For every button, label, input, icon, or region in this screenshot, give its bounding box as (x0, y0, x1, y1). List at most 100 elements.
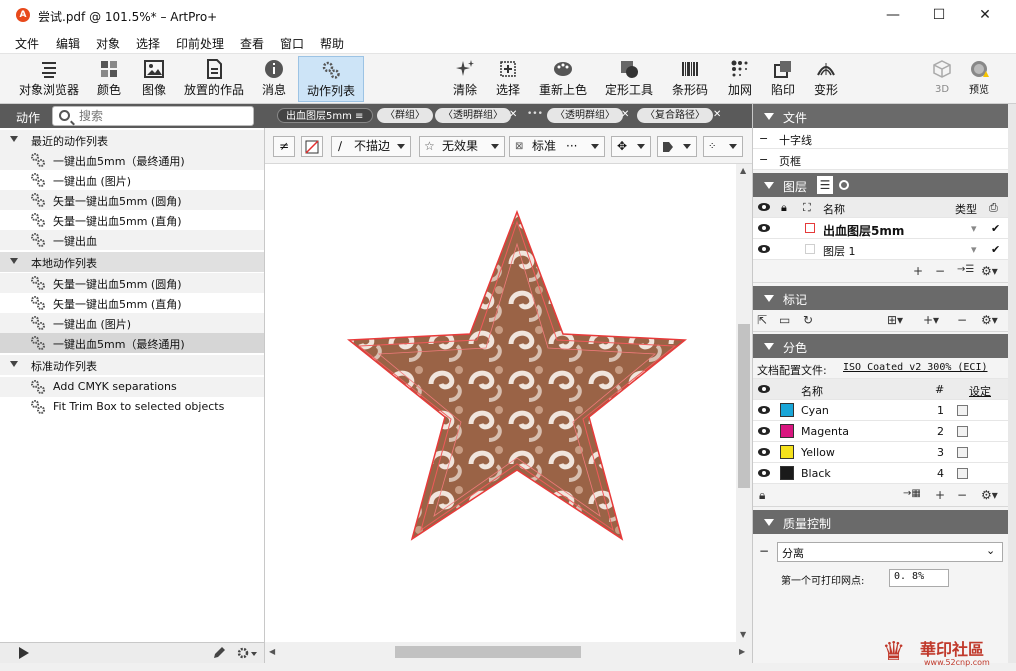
pencil-icon[interactable] (212, 646, 226, 660)
menu-file[interactable]: 文件 (15, 35, 39, 52)
color-button[interactable]: 颜色 (88, 56, 130, 102)
search-input[interactable] (79, 109, 249, 123)
check-icon[interactable]: ✔ (991, 222, 1000, 235)
tag-close-icon[interactable]: ✕ (509, 109, 517, 120)
3d-button[interactable]: 3D (928, 56, 956, 102)
scroll-right-icon[interactable]: ▶ (739, 647, 745, 656)
ink-checkbox[interactable] (957, 405, 968, 416)
remove-layer-icon[interactable]: − (935, 264, 945, 278)
menu-prepress[interactable]: 印前处理 (176, 35, 224, 52)
canvas-horizontal-scrollbar[interactable]: ◀ ▶ (265, 642, 752, 663)
add-icon[interactable]: +▾ (923, 313, 939, 327)
import-icon[interactable]: ⇱ (757, 313, 767, 327)
separations-section-header[interactable]: 分色 (753, 334, 1009, 358)
image-button[interactable]: 图像 (134, 56, 174, 102)
transparent-group-tag[interactable]: 〈透明群组〉 (547, 108, 623, 123)
collapse-triangle-icon[interactable] (10, 361, 18, 367)
collapse-triangle-icon[interactable] (764, 295, 774, 302)
collapse-triangle-icon[interactable] (764, 519, 774, 526)
compound-path-tag[interactable]: 〈复合路径〉 (637, 108, 713, 123)
canvas-vertical-scrollbar[interactable]: ▲ ▼ (736, 164, 752, 642)
preview-button[interactable]: 预览 (962, 56, 996, 102)
settings-gear-icon[interactable]: ⚙▾ (981, 488, 998, 502)
tag-close-icon[interactable]: ✕ (713, 109, 721, 120)
barcode-button[interactable]: 条形码 (668, 56, 712, 102)
action-item[interactable]: 矢量一键出血5mm (直角) (0, 293, 264, 313)
layer-tag[interactable]: 出血图层5mm ≡ (277, 108, 373, 123)
qc-mode-select[interactable]: 分离 ⌄ (777, 542, 1003, 562)
circle-view-icon[interactable] (839, 180, 849, 190)
collapse-triangle-icon[interactable] (10, 258, 18, 264)
eye-icon[interactable] (758, 427, 770, 435)
quality-control-section-header[interactable]: 质量控制 (753, 510, 1009, 534)
chevron-down-icon[interactable]: ▾ (971, 222, 977, 235)
layer-row[interactable]: 图层 1 ▾ ✔ (753, 239, 1009, 260)
ink-checkbox[interactable] (957, 447, 968, 458)
action-list-button[interactable]: 动作列表 (298, 56, 364, 102)
shape-tool-button[interactable]: 定形工具 (602, 56, 656, 102)
check-icon[interactable]: ✔ (991, 243, 1000, 256)
minus-icon[interactable]: − (759, 544, 769, 558)
remove-icon[interactable]: − (957, 313, 967, 327)
tag-close-icon[interactable]: ✕ (621, 109, 629, 120)
group-local[interactable]: 本地动作列表 (0, 252, 264, 272)
action-item[interactable]: 一键出血 (0, 230, 264, 250)
layers-section-header[interactable]: 图层 ☰ (753, 173, 1009, 197)
group-recent[interactable]: 最近的动作列表 (0, 130, 264, 150)
vertical-scroll-thumb[interactable] (738, 324, 750, 488)
eye-icon[interactable] (758, 448, 770, 456)
minimize-button[interactable]: — (870, 0, 916, 31)
menu-edit[interactable]: 编辑 (56, 35, 80, 52)
lock-icon[interactable]: 🔒︎ (759, 488, 765, 503)
menu-window[interactable]: 窗口 (280, 35, 304, 52)
eye-icon[interactable] (758, 224, 770, 232)
menu-view[interactable]: 查看 (240, 35, 264, 52)
action-item[interactable]: 一键出血 (图片) (0, 170, 264, 190)
group-tag[interactable]: 〈群组〉 (377, 108, 433, 123)
add-mark-icon[interactable]: ⊞▾ (887, 313, 903, 327)
scroll-left-icon[interactable]: ◀ (269, 647, 275, 656)
action-item[interactable]: 矢量一键出血5mm (圆角) (0, 273, 264, 293)
effect-dropdown[interactable]: ☆ 无效果 (419, 136, 505, 157)
menu-select[interactable]: 选择 (136, 35, 160, 52)
stroke-dropdown[interactable]: ∕ 不描边 (331, 136, 411, 157)
search-box[interactable] (52, 106, 254, 126)
horizontal-scroll-thumb[interactable] (395, 646, 581, 658)
chevron-down-icon[interactable]: ▾ (971, 243, 977, 256)
file-item[interactable]: − 页框 (753, 149, 1009, 170)
first-dot-input[interactable]: 0. 8% (889, 569, 949, 587)
action-item[interactable]: 矢量一键出血5mm (直角) (0, 210, 264, 230)
folder-icon[interactable]: ▭ (779, 313, 790, 327)
object-browser-button[interactable]: 对象浏览器 (14, 56, 84, 102)
collapse-triangle-icon[interactable] (764, 113, 774, 120)
right-panel-scrollbar[interactable] (1008, 104, 1016, 663)
screening-button[interactable]: 加网 (722, 56, 758, 102)
messages-button[interactable]: 消息 (254, 56, 294, 102)
layer-row[interactable]: 出血图层5mm ▾ ✔ (753, 218, 1009, 239)
collapse-triangle-icon[interactable] (10, 136, 18, 142)
placed-art-button[interactable]: 放置的作品 (180, 56, 248, 102)
close-button[interactable]: ✕ (962, 0, 1008, 31)
ink-row[interactable]: Black 4 (753, 463, 1009, 484)
remove-ink-icon[interactable]: − (957, 488, 967, 502)
move-to-layer-icon[interactable]: →☰ (957, 264, 974, 275)
document-canvas[interactable] (265, 164, 736, 642)
col-setting[interactable]: 设定 (969, 383, 991, 399)
distort-button[interactable]: 变形 (808, 56, 844, 102)
add-layer-icon[interactable]: + (913, 264, 923, 278)
menu-object[interactable]: 对象 (96, 35, 120, 52)
eye-icon[interactable] (758, 406, 770, 414)
settings-gear-icon[interactable] (236, 646, 258, 660)
recolor-button[interactable]: 重新上色 (536, 56, 590, 102)
menu-help[interactable]: 帮助 (320, 35, 344, 52)
collapse-triangle-icon[interactable] (764, 182, 774, 189)
play-icon[interactable] (18, 647, 30, 659)
ink-checkbox[interactable] (957, 468, 968, 479)
list-view-icon[interactable]: ☰ (817, 176, 833, 194)
settings-gear-icon[interactable]: ⚙▾ (981, 264, 998, 278)
action-item[interactable]: 一键出血5mm（最终通用) (0, 150, 264, 170)
group-standard[interactable]: 标准动作列表 (0, 355, 264, 375)
not-equal-button[interactable]: ≠ (273, 136, 295, 157)
select-button[interactable]: 选择 (490, 56, 526, 102)
eye-icon[interactable] (758, 469, 770, 477)
